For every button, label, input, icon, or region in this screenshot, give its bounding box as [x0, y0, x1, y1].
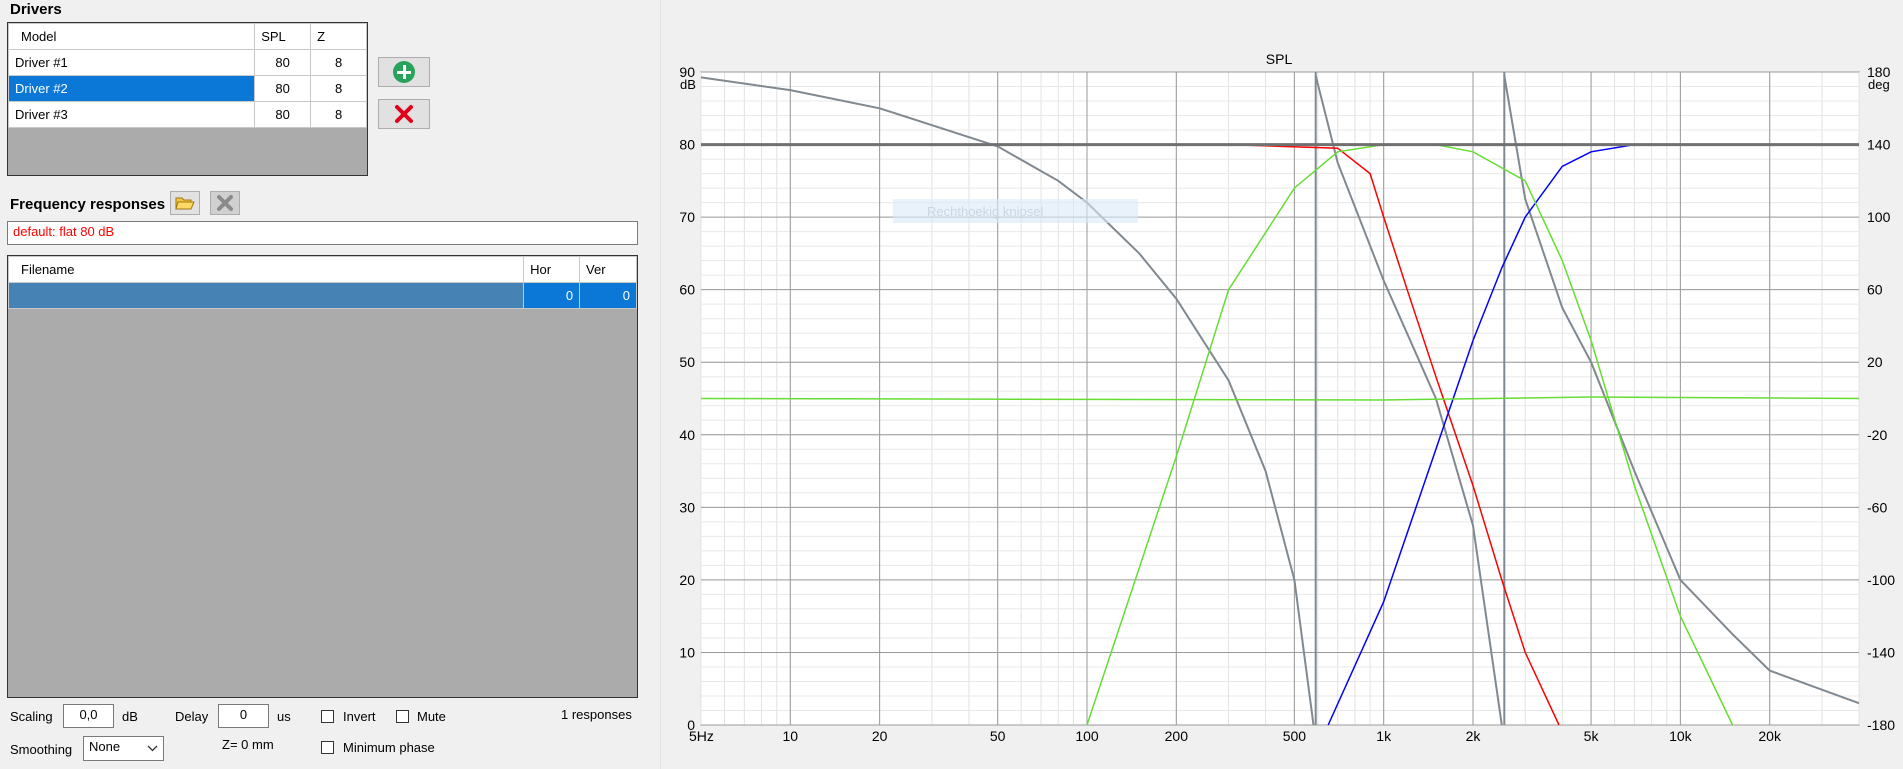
y-tick-label: 50	[679, 354, 695, 370]
y-tick-label: 80	[679, 137, 695, 153]
snip-overlay-text: Rechthoekig knipsel	[927, 204, 1043, 219]
left-axis-unit: dB	[680, 77, 696, 92]
spl-chart: 0102030405060708090-180-140-100-60-20206…	[679, 51, 1895, 744]
x-tick-label: 5Hz	[689, 728, 714, 744]
y2-tick-label: -60	[1867, 499, 1887, 515]
y2-tick-label: -20	[1867, 427, 1887, 443]
y-tick-label: 20	[679, 572, 695, 588]
y2-tick-label: 100	[1867, 209, 1891, 225]
x-tick-label: 20k	[1758, 728, 1782, 744]
y-tick-label: 10	[679, 644, 695, 660]
y-tick-label: 30	[679, 499, 695, 515]
chart-title: SPL	[1266, 51, 1293, 67]
y2-tick-label: 20	[1867, 354, 1883, 370]
y2-tick-label: -100	[1867, 572, 1895, 588]
x-tick-label: 10	[783, 728, 799, 744]
x-tick-label: 100	[1075, 728, 1099, 744]
y-tick-label: 40	[679, 427, 695, 443]
x-tick-label: 50	[990, 728, 1006, 744]
x-tick-label: 10k	[1669, 728, 1693, 744]
y2-tick-label: 140	[1867, 137, 1891, 153]
y2-tick-label: -180	[1867, 717, 1895, 733]
x-tick-label: 5k	[1584, 728, 1600, 744]
x-tick-label: 20	[872, 728, 888, 744]
right-axis-unit: deg	[1868, 77, 1890, 92]
x-tick-label: 1k	[1376, 728, 1392, 744]
x-tick-label: 2k	[1466, 728, 1482, 744]
y-tick-label: 70	[679, 209, 695, 225]
y2-tick-label: -140	[1867, 644, 1895, 660]
x-tick-label: 200	[1165, 728, 1189, 744]
x-tick-label: 500	[1283, 728, 1307, 744]
y-tick-label: 60	[679, 282, 695, 298]
y2-tick-label: 60	[1867, 282, 1883, 298]
